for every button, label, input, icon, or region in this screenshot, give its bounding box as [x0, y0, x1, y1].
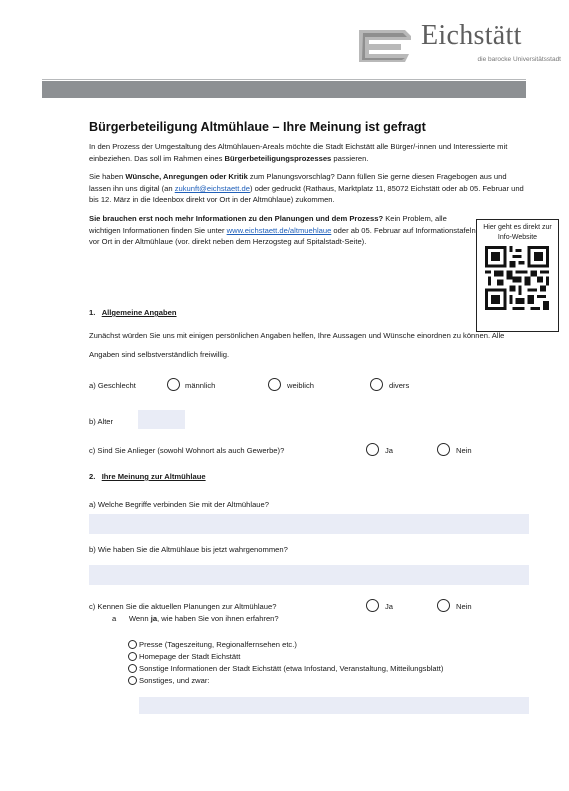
- question-2c-sub: a Wenn ja, wie haben Sie von ihnen erfah…: [112, 614, 279, 623]
- header-bar: [42, 81, 526, 98]
- radio-resident-no[interactable]: [437, 443, 450, 456]
- section-2-heading: 2. Ihre Meinung zur Altmühlaue: [89, 472, 206, 481]
- question-2a: a) Welche Begriffe verbinden Sie mit der…: [89, 500, 269, 509]
- document-body: Bürgerbeteiligung Altmühlaue – Ihre Mein…: [89, 120, 529, 255]
- radio-resident-no-label: Nein: [456, 446, 472, 455]
- section-1-text: Zunächst würden Sie uns mit einigen pers…: [89, 331, 505, 359]
- logo-name: Eichstätt: [421, 20, 522, 51]
- radio-source-press[interactable]: [128, 640, 137, 649]
- gender-label: a) Geschlecht: [89, 381, 136, 390]
- city-logo: Eichstätt die barocke Universitätsstadt: [355, 18, 565, 70]
- section-1-heading: 1. Allgemeine Angaben: [89, 308, 177, 317]
- radio-male[interactable]: [167, 378, 180, 391]
- radio-resident-yes-label: Ja: [385, 446, 394, 455]
- source-misc-input[interactable]: [139, 697, 529, 714]
- header-divider: [42, 79, 526, 80]
- question-2b: b) Wie haben Sie die Altmühlaue bis jetz…: [89, 545, 288, 554]
- qr-code-icon[interactable]: [485, 246, 549, 310]
- qr-caption: Hier geht es direkt zur Info-Website: [483, 224, 552, 241]
- radio-diverse[interactable]: [370, 378, 383, 391]
- source-other-city-label: Sonstige Informationen der Stadt Eichstä…: [139, 664, 444, 673]
- email-link[interactable]: zukunft@eichstaett.de: [175, 184, 250, 193]
- source-misc-label: Sonstiges, und zwar:: [139, 676, 210, 685]
- radio-plans-yes-label: Ja: [385, 602, 394, 611]
- radio-source-misc[interactable]: [128, 676, 137, 685]
- radio-source-other-city[interactable]: [128, 664, 137, 673]
- radio-female[interactable]: [268, 378, 281, 391]
- question-2c: c) Kennen Sie die aktuellen Planungen zu…: [89, 602, 277, 611]
- page-title: Bürgerbeteiligung Altmühlaue – Ihre Mein…: [89, 120, 426, 134]
- radio-diverse-label: divers: [389, 381, 410, 390]
- answer-2b-input[interactable]: [89, 565, 529, 585]
- radio-female-label: weiblich: [287, 381, 315, 390]
- logo-mark-icon: [359, 30, 411, 62]
- intro-paragraph-2: Sie haben Wünsche, Anregungen oder Kriti…: [89, 172, 524, 205]
- qr-info-box: Hier geht es direkt zur Info-Website: [476, 219, 559, 332]
- age-input[interactable]: [138, 410, 185, 429]
- answer-2a-input[interactable]: [89, 514, 529, 534]
- source-homepage-label: Homepage der Stadt Eichstätt: [139, 652, 241, 661]
- radio-plans-yes[interactable]: [366, 599, 379, 612]
- intro-paragraph-3: Sie brauchen erst noch mehr Informatione…: [89, 213, 476, 247]
- intro-paragraph-1: In den Prozess der Umgestaltung des Altm…: [89, 142, 508, 163]
- website-link[interactable]: www.eichstaett.de/altmuehlaue: [227, 226, 332, 235]
- logo-subtitle: die barocke Universitätsstadt: [477, 56, 561, 63]
- age-label: b) Alter: [89, 417, 114, 426]
- source-press-label: Presse (Tageszeitung, Regionalfernsehen …: [139, 640, 297, 649]
- radio-plans-no[interactable]: [437, 599, 450, 612]
- radio-source-homepage[interactable]: [128, 652, 137, 661]
- radio-plans-no-label: Nein: [456, 602, 472, 611]
- radio-resident-yes[interactable]: [366, 443, 379, 456]
- resident-question: c) Sind Sie Anlieger (sowohl Wohnort als…: [89, 446, 285, 455]
- radio-male-label: männlich: [185, 381, 216, 390]
